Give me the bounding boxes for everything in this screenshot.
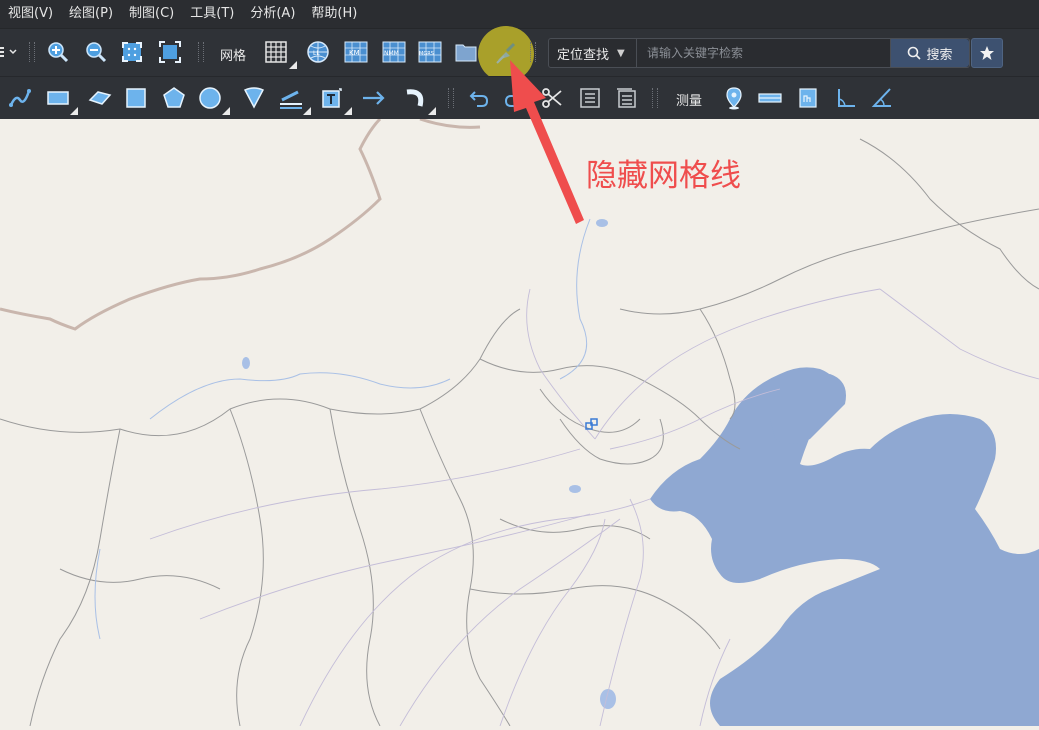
globe-ll-icon: LL [307,41,329,63]
grid-mgrs-button[interactable]: MGRS [416,38,444,66]
star-icon [980,46,994,60]
dropdown-corner [70,107,78,115]
dropdown-corner [344,107,352,115]
grid-mgrs-icon: MGRS [418,41,442,63]
menu-help[interactable]: 帮助(H) [303,0,365,28]
locate-search-bar: 定位查找 ▼ 搜索 [548,38,970,68]
draw-arrow-button[interactable] [360,84,388,112]
measure-angle-button[interactable] [832,84,860,112]
search-button[interactable]: 搜索 [890,39,969,67]
zoom-in-icon [48,42,69,63]
search-icon [908,46,922,60]
measure-point-button[interactable] [720,84,748,112]
menu-tools[interactable]: 工具(T) [182,0,242,28]
undo-button[interactable] [465,84,493,112]
pentagon-icon [163,87,185,108]
measure-distance-button[interactable] [756,84,784,112]
angle-icon [838,89,855,107]
chevron-down-icon: ▼ [617,47,625,59]
arrow-right-icon [363,91,385,105]
grid-km-button[interactable]: KM [342,38,370,66]
full-extent-icon [122,42,142,62]
list-stack-icon [617,88,636,108]
grid-folder-button[interactable] [452,38,480,66]
grid-nmm-icon: NMM [382,41,406,63]
draw-annotation-line-button[interactable] [277,84,305,112]
fit-window-button[interactable] [156,38,184,66]
dropdown-corner [428,107,436,115]
svg-text:LL: LL [313,50,320,57]
draw-pentagon-button[interactable] [160,84,188,112]
search-button-label: 搜索 [926,47,953,63]
toolbar-separator [448,88,454,108]
square-icon [126,88,146,108]
draw-line-button[interactable] [6,84,34,112]
sector-icon [243,87,265,109]
folder-grid-icon [455,44,477,62]
draw-sector-button[interactable] [240,84,268,112]
menu-cartography[interactable]: 制图(C) [121,0,182,28]
zoom-in-button[interactable] [44,38,72,66]
freehand-line-icon [9,89,31,107]
draw-freehand-polygon-button[interactable] [86,84,114,112]
measure-azimuth-button[interactable] [868,84,896,112]
annotation-arrow [510,60,584,224]
menu-bar: 视图(V) 绘图(P) 制图(C) 工具(T) 分析(A) 帮助(H) [0,0,1039,28]
svg-text:MGRS: MGRS [419,51,434,57]
curved-arrow-icon [406,89,424,107]
full-extent-button[interactable] [118,38,146,66]
lake [569,485,581,493]
draw-rectangle-button[interactable] [44,84,72,112]
toolbar-separator [198,42,204,62]
location-pin-icon [726,87,742,110]
area-measure-icon [799,88,817,108]
grid-ll-button[interactable]: LL [304,38,332,66]
menu-draw[interactable]: 绘图(P) [61,0,121,28]
text-icon [322,88,342,108]
zoom-out-button[interactable] [82,38,110,66]
grid-nmm-button[interactable]: NMM [380,38,408,66]
grid-km-icon: KM [344,41,368,63]
grid-label: 网格 [220,49,247,64]
azimuth-icon [871,88,891,107]
annotation-hide-gridlines: 隐藏网格线 [586,158,741,194]
fit-window-icon [159,41,181,63]
draw-square-button[interactable] [122,84,150,112]
toolbar-separator [29,42,35,62]
ruler-icon [758,93,782,103]
toolbar-separator [652,88,658,108]
measure-label: 测量 [676,94,703,109]
grid-icon [265,41,287,63]
draw-curved-arrow-button[interactable] [402,84,430,112]
circle-icon [199,87,221,109]
grid-toggle-button[interactable] [262,38,290,66]
draw-text-button[interactable] [318,84,346,112]
undo-icon [469,91,489,107]
svg-text:NMM: NMM [384,50,399,57]
paste-list-button[interactable] [612,84,640,112]
lake [242,357,250,369]
draw-circle-button[interactable] [196,84,224,112]
menu-view[interactable]: 视图(V) [0,0,61,28]
dropdown-corner [289,61,297,69]
menu-analysis[interactable]: 分析(A) [242,0,303,28]
dropdown-corner [303,107,311,115]
measure-area-button[interactable] [794,84,822,112]
rectangle-icon [47,91,69,105]
dropdown-corner [222,107,230,115]
svg-text:KM: KM [349,49,360,57]
search-input[interactable] [637,39,890,67]
freehand-polygon-icon [88,91,112,105]
pan-dropdown-button[interactable] [0,38,20,66]
favorite-button[interactable] [971,38,1003,68]
annotation-line-icon [280,90,302,109]
zoom-out-icon [86,42,107,63]
